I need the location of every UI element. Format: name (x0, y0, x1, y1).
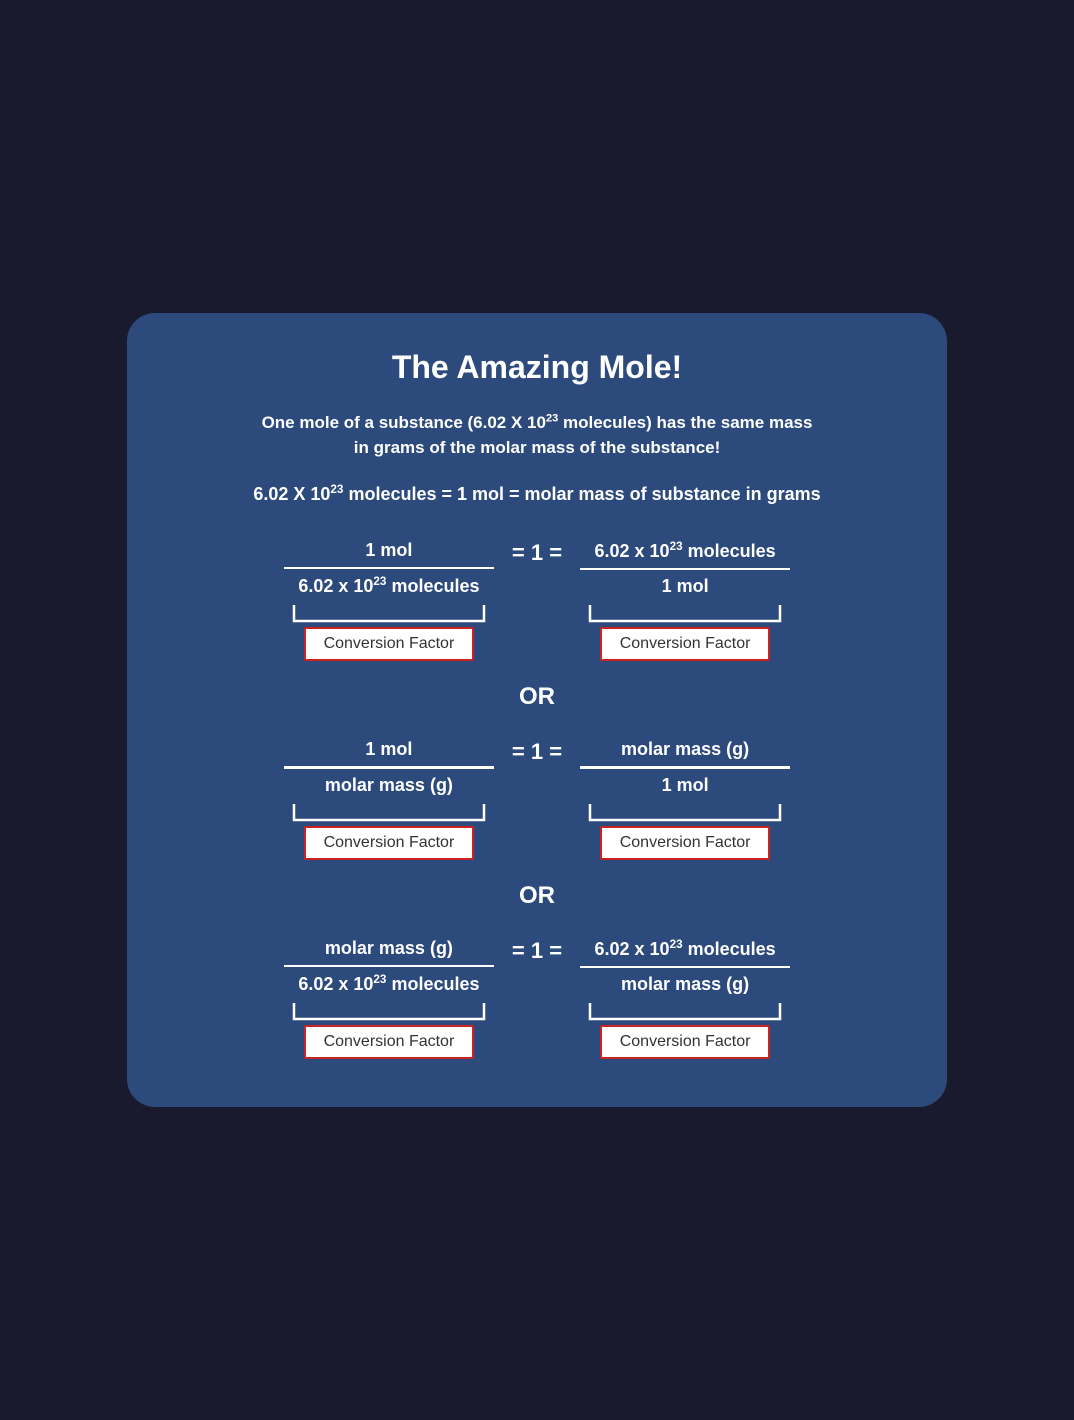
fraction-display: molar mass (g) 1 mol (580, 739, 790, 796)
bracket-label-4: Conversion Factor (580, 802, 790, 860)
or-divider-1: OR (177, 683, 897, 711)
conversion-factor-box: Conversion Factor (304, 1025, 475, 1059)
left-fraction-2: 1 mol molar mass (g) Conversion Factor (284, 739, 494, 860)
denominator: 6.02 x 1023 molecules (298, 967, 479, 995)
bracket-label-5: Conversion Factor (284, 1001, 494, 1059)
numerator: 6.02 x 1023 molecules (595, 938, 776, 966)
fraction-display: 6.02 x 1023 molecules molar mass (g) (580, 938, 790, 996)
left-fraction-1: 1 mol 6.02 x 1023 molecules Conversion F… (284, 540, 494, 662)
denominator: 1 mol (662, 570, 709, 597)
section-2: 1 mol molar mass (g) Conversion Factor =… (177, 739, 897, 860)
section-1: 1 mol 6.02 x 1023 molecules Conversion F… (177, 540, 897, 662)
fraction-display: 1 mol molar mass (g) (284, 739, 494, 796)
equals-2: = 1 = (512, 739, 562, 765)
fraction-pair-2: 1 mol molar mass (g) Conversion Factor =… (177, 739, 897, 860)
numerator: 6.02 x 1023 molecules (595, 540, 776, 568)
conversion-factor-box: Conversion Factor (304, 826, 475, 860)
bracket-label-1: Conversion Factor (284, 603, 494, 661)
right-fraction-2: molar mass (g) 1 mol Conversion Factor (580, 739, 790, 860)
denominator: 1 mol (662, 769, 709, 796)
equals-3: = 1 = (512, 938, 562, 964)
equals-1: = 1 = (512, 540, 562, 566)
conversion-factor-box: Conversion Factor (304, 627, 475, 661)
denominator: molar mass (g) (621, 968, 749, 995)
numerator: molar mass (g) (621, 739, 749, 766)
conversion-factor-box: Conversion Factor (600, 627, 771, 661)
bracket-label-3: Conversion Factor (284, 802, 494, 860)
numerator: 1 mol (365, 739, 412, 766)
fraction-pair-1: 1 mol 6.02 x 1023 molecules Conversion F… (177, 540, 897, 662)
main-card: The Amazing Mole! One mole of a substanc… (127, 313, 947, 1108)
section-3: molar mass (g) 6.02 x 1023 molecules Con… (177, 938, 897, 1060)
bracket-label-2: Conversion Factor (580, 603, 790, 661)
conversion-factor-box: Conversion Factor (600, 1025, 771, 1059)
conversion-factor-box: Conversion Factor (600, 826, 771, 860)
page-title: The Amazing Mole! (177, 349, 897, 386)
right-fraction-1: 6.02 x 1023 molecules 1 mol Conversion F… (580, 540, 790, 662)
denominator: 6.02 x 1023 molecules (298, 569, 479, 597)
numerator: 1 mol (365, 540, 412, 567)
subtitle-text: One mole of a substance (6.02 X 1023 mol… (177, 410, 897, 461)
right-fraction-3: 6.02 x 1023 molecules molar mass (g) Con… (580, 938, 790, 1060)
fraction-display: 1 mol 6.02 x 1023 molecules (284, 540, 494, 598)
numerator: molar mass (g) (325, 938, 453, 965)
left-fraction-3: molar mass (g) 6.02 x 1023 molecules Con… (284, 938, 494, 1060)
equation-line: 6.02 X 1023 molecules = 1 mol = molar ma… (177, 481, 897, 508)
fraction-pair-3: molar mass (g) 6.02 x 1023 molecules Con… (177, 938, 897, 1060)
bracket-label-6: Conversion Factor (580, 1001, 790, 1059)
fraction-display: 6.02 x 1023 molecules 1 mol (580, 540, 790, 598)
or-divider-2: OR (177, 882, 897, 910)
fraction-display: molar mass (g) 6.02 x 1023 molecules (284, 938, 494, 996)
denominator: molar mass (g) (325, 769, 453, 796)
